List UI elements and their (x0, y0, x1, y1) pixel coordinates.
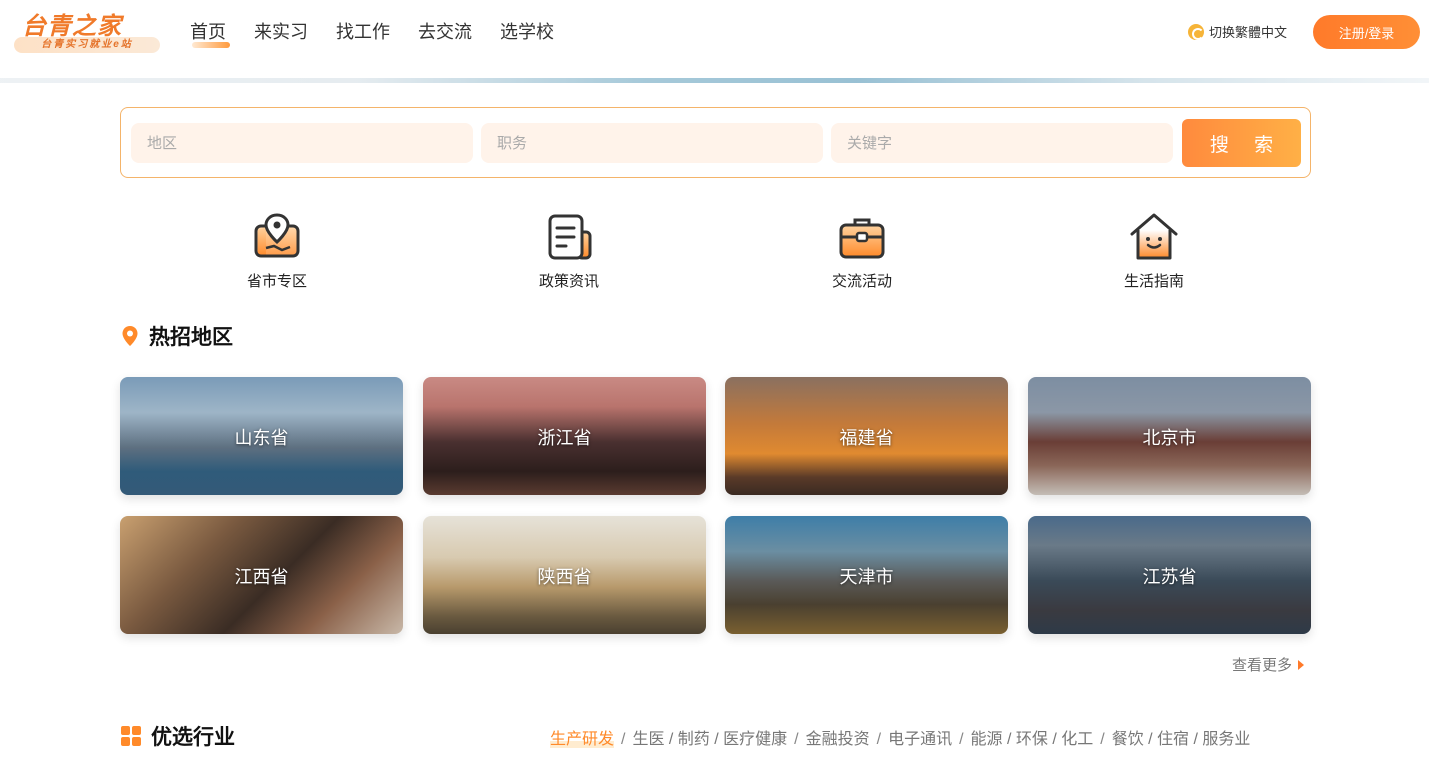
region-card-zhejiang[interactable]: 浙江省 (423, 377, 706, 495)
region-card-fujian[interactable]: 福建省 (725, 377, 1008, 495)
hot-regions-title: 热招地区 (149, 326, 233, 349)
document-icon (548, 214, 592, 260)
separator: / (621, 731, 626, 748)
location-pin-icon (122, 326, 138, 346)
region-card-jiangxi[interactable]: 江西省 (120, 516, 403, 634)
region-card-jiangsu[interactable]: 江苏省 (1028, 516, 1311, 634)
keyword-input[interactable] (831, 123, 1173, 163)
nav-item-exchange[interactable]: 去交流 (418, 20, 472, 48)
industry-item-finance[interactable]: 金融投资 (806, 731, 870, 748)
region-name: 浙江省 (537, 428, 592, 448)
region-name: 北京市 (1142, 428, 1197, 448)
home-icon (1130, 213, 1178, 260)
main-nav: 首页 来实习 找工作 去交流 选学校 (190, 20, 582, 48)
nav-item-schools[interactable]: 选学校 (500, 20, 554, 48)
region-input[interactable] (131, 123, 473, 163)
industries-heading: 优选行业 (121, 721, 235, 751)
industry-item-rnd[interactable]: 生产研发 (550, 731, 615, 748)
nav-item-jobs[interactable]: 找工作 (336, 20, 390, 48)
grid-icon (121, 726, 141, 746)
separator: / (1100, 731, 1105, 748)
arrow-right-icon (1298, 659, 1305, 670)
separator: / (876, 731, 882, 748)
separator: / (794, 731, 799, 748)
quick-link-policy[interactable]: 政策资讯 (509, 212, 629, 291)
site-header: 台青之家 台青实习就业e站 首页 来实习 找工作 去交流 选学校 切换繁體中文 … (0, 0, 1429, 80)
quick-link-life-guide[interactable]: 生活指南 (1094, 212, 1214, 291)
region-name: 天津市 (839, 567, 894, 587)
quick-link-label: 交流活动 (831, 273, 892, 290)
logo-subtitle: 台青实习就业e站 (14, 37, 160, 53)
switch-icon (1188, 23, 1204, 40)
industries-title: 优选行业 (151, 726, 235, 749)
position-input[interactable] (481, 123, 823, 163)
industry-item-services[interactable]: 餐饮 / 住宿 / 服务业 (1112, 731, 1251, 748)
view-more-label: 查看更多 (1232, 657, 1293, 674)
login-register-button[interactable]: 注册/登录 (1313, 15, 1420, 49)
quick-link-label: 生活指南 (1123, 273, 1184, 290)
site-logo[interactable]: 台青之家 台青实习就业e站 (12, 6, 162, 56)
nav-item-internship[interactable]: 来实习 (254, 20, 308, 48)
region-card-tianjin[interactable]: 天津市 (725, 516, 1008, 634)
language-switch-label: 切换繁體中文 (1209, 25, 1288, 40)
region-card-shaanxi[interactable]: 陕西省 (423, 516, 706, 634)
search-button[interactable]: 搜 索 (1182, 119, 1301, 167)
region-name: 陕西省 (537, 567, 592, 587)
industry-filter: 生产研发 / 生医 / 制药 / 医疗健康 / 金融投资 / 电子通讯 / 能源 / 环保 / … (550, 725, 1250, 749)
region-card-shandong[interactable]: 山东省 (120, 377, 403, 495)
hot-regions-heading: 热招地区 (121, 321, 233, 351)
quick-link-label: 政策资讯 (538, 273, 599, 290)
search-bar: 搜 索 (120, 107, 1311, 178)
view-more-link[interactable]: 查看更多 (1232, 654, 1305, 675)
industry-item-biomed[interactable]: 生医 / 制药 / 医疗健康 (632, 731, 787, 748)
region-name: 山东省 (234, 428, 289, 448)
map-icon (254, 213, 300, 258)
quick-link-label: 省市专区 (246, 273, 307, 290)
quick-link-activities[interactable]: 交流活动 (802, 212, 922, 291)
quick-link-provinces[interactable]: 省市专区 (217, 212, 337, 291)
language-switch[interactable]: 切换繁體中文 (1188, 22, 1287, 41)
region-card-beijing[interactable]: 北京市 (1028, 377, 1311, 495)
industry-item-electronics[interactable]: 电子通讯 (888, 731, 952, 748)
header-banner-strip (0, 78, 1429, 83)
region-name: 江苏省 (1142, 567, 1197, 587)
logo-title: 台青之家 (22, 11, 122, 40)
region-name: 江西省 (234, 567, 289, 587)
industry-item-energy[interactable]: 能源 / 环保 / 化工 (971, 731, 1094, 748)
nav-item-home[interactable]: 首页 (190, 20, 230, 48)
separator: / (959, 731, 964, 748)
briefcase-icon (839, 218, 885, 259)
region-name: 福建省 (839, 428, 894, 448)
